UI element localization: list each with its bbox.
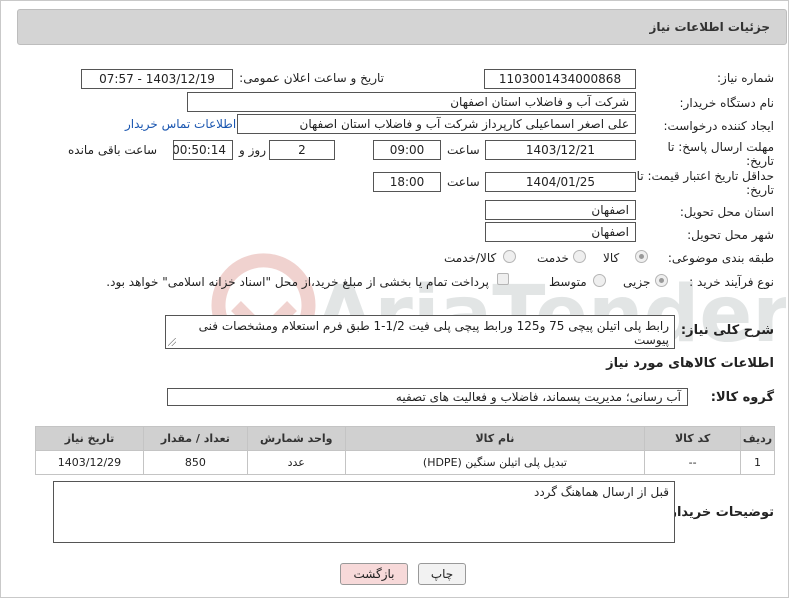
description-label: شرح کلی نیاز: [680, 323, 774, 338]
cell-code: -- [644, 450, 742, 475]
category-radio-service[interactable] [573, 250, 586, 263]
buyer-contact-link[interactable]: اطلاعات تماس خریدار [125, 117, 236, 131]
category-option-service: خدمت [537, 251, 569, 265]
process-label: نوع فرآیند خرید : [689, 275, 774, 289]
back-button[interactable]: بازگشت [340, 563, 408, 585]
buyer-notes-label: توضیحات خریدار: [664, 505, 774, 520]
announce-label: تاریخ و ساعت اعلان عمومی: [239, 71, 384, 85]
announce-field: 1403/12/19 - 07:57 [81, 69, 233, 89]
deadline-time-label: ساعت [447, 143, 480, 157]
col-header-qty: تعداد / مقدار [142, 426, 248, 451]
creator-label: ایجاد کننده درخواست: [663, 119, 774, 133]
col-header-unit: واحد شمارش [246, 426, 346, 451]
validity-time-field: 18:00 [373, 172, 441, 192]
process-option-minor: جزیی [623, 275, 651, 289]
print-button[interactable]: چاپ [418, 563, 466, 585]
goods-group-label: گروه کالا: [710, 390, 774, 405]
process-radio-medium[interactable] [593, 274, 606, 287]
page-title: جزئیات اطلاعات نیاز [649, 20, 770, 34]
category-radio-goods[interactable] [635, 250, 648, 263]
buyer-notes-textarea[interactable]: قبل از ارسال هماهنگ گردد [53, 481, 675, 543]
need-number-field: 1103001434000868 [484, 69, 636, 89]
validity-date-label: تاریخ: [746, 183, 774, 197]
col-header-date: تاریخ نیاز [35, 426, 144, 451]
table-row: 1 -- تبدیل پلی اتیلن سنگین (HDPE) عدد 85… [35, 450, 775, 475]
creator-field: علی اصغر اسماعیلی کارپرداز شرکت آب و فاض… [237, 114, 636, 134]
deadline-date-label: تاریخ: [746, 154, 774, 168]
deadline-date-field: 1403/12/21 [485, 140, 636, 160]
validity-date-field: 1404/01/25 [485, 172, 636, 192]
cell-unit: عدد [246, 450, 346, 475]
page-header: جزئیات اطلاعات نیاز [17, 9, 787, 45]
goods-info-title: اطلاعات کالاهای مورد نیاز [606, 356, 774, 371]
resize-grip-icon[interactable] [168, 338, 176, 346]
deadline-label: مهلت ارسال پاسخ: تا [667, 140, 774, 154]
city-label: شهر محل تحویل: [687, 228, 774, 242]
description-textarea[interactable]: رابط پلی اتیلن پیچی 75 و125 ورابط پیچی پ… [165, 315, 675, 349]
goods-table: ردیف کد کالا نام کالا واحد شمارش تعداد /… [35, 426, 775, 475]
page-container: جزئیات اطلاعات نیاز AriaTender.neT شماره… [0, 0, 789, 598]
days-label: روز و [239, 143, 266, 157]
remaining-time-field: 00:50:14 [173, 140, 233, 160]
city-field: اصفهان [485, 222, 636, 242]
days-field: 2 [269, 140, 335, 160]
goods-group-field: آب رسانی؛ مدیریت پسماند، فاضلاب و فعالیت… [167, 388, 688, 406]
province-label: استان محل تحویل: [679, 205, 774, 219]
buyer-label: نام دستگاه خریدار: [679, 96, 775, 110]
cell-name: تبدیل پلی اتیلن سنگین (HDPE) [344, 450, 646, 475]
treasury-payment-checkbox[interactable] [497, 273, 509, 285]
province-field: اصفهان [485, 200, 636, 220]
deadline-time-field: 09:00 [373, 140, 441, 160]
validity-time-label: ساعت [447, 175, 480, 189]
buyer-notes-text: قبل از ارسال هماهنگ گردد [533, 485, 669, 499]
cell-qty: 850 [142, 450, 248, 475]
need-number-label: شماره نیاز: [717, 71, 774, 85]
treasury-payment-text: پرداخت تمام یا بخشی از مبلغ خرید،از محل … [106, 275, 489, 289]
cell-row-number: 1 [740, 450, 775, 475]
process-option-medium: متوسط [549, 275, 587, 289]
cell-date: 1403/12/29 [35, 450, 144, 475]
category-label: طبقه بندی موضوعی: [667, 251, 774, 265]
col-header-row: ردیف [740, 426, 775, 451]
category-option-goods-service: کالا/خدمت [444, 251, 497, 265]
category-radio-goods-service[interactable] [503, 250, 516, 263]
goods-table-header: ردیف کد کالا نام کالا واحد شمارش تعداد /… [35, 426, 775, 451]
process-radio-minor[interactable] [655, 274, 668, 287]
col-header-name: نام کالا [344, 426, 646, 451]
validity-label: حداقل تاریخ اعتبار قیمت: تا [636, 169, 774, 183]
buyer-field: شرکت آب و فاضلاب استان اصفهان [187, 92, 636, 112]
col-header-code: کد کالا [644, 426, 742, 451]
category-option-goods: کالا [603, 251, 620, 265]
description-text: رابط پلی اتیلن پیچی 75 و125 ورابط پیچی پ… [198, 319, 669, 347]
remaining-label: ساعت باقی مانده [68, 143, 158, 157]
